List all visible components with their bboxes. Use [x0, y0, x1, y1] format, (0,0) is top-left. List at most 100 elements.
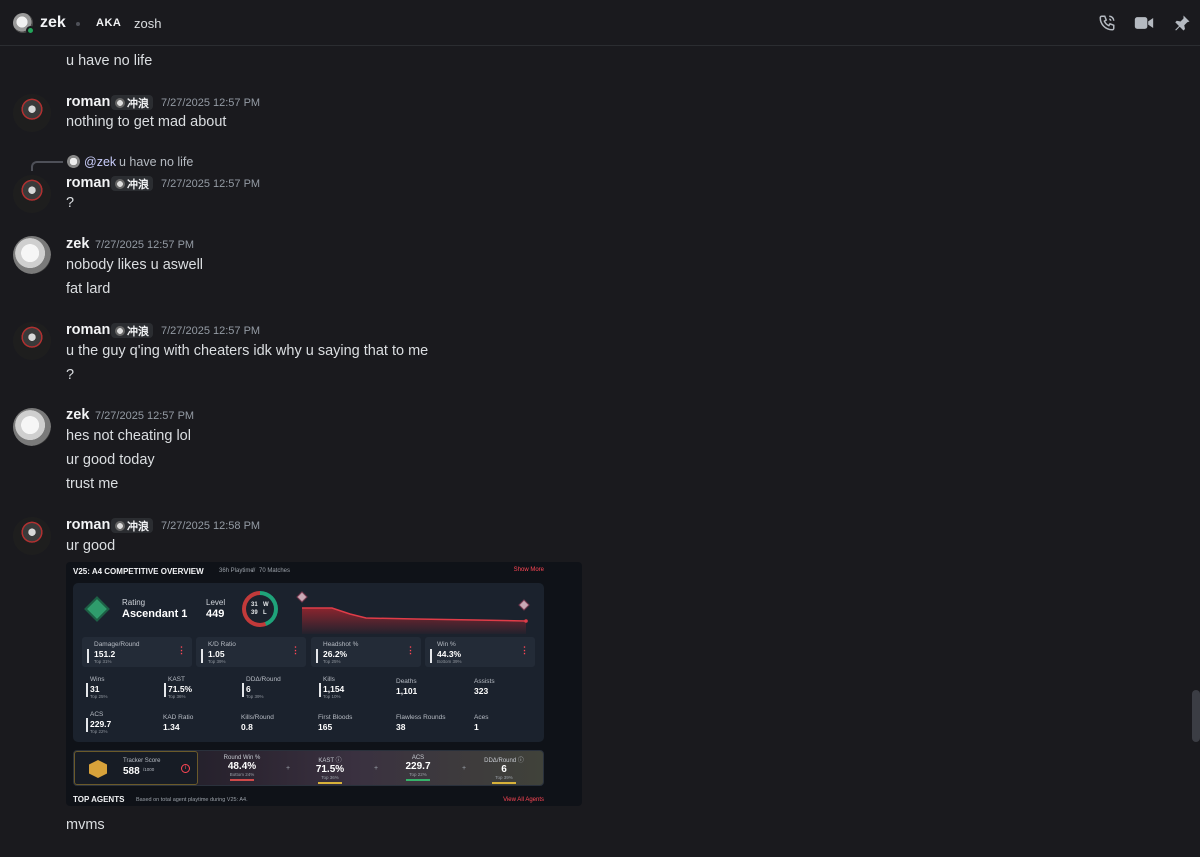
stat-value: 1,101 [396, 686, 418, 696]
stat-value: 165 [318, 722, 333, 732]
more-options-icon: ⋮ [520, 645, 529, 655]
message-author[interactable]: roman [66, 322, 110, 338]
level-label: Level [206, 598, 226, 607]
message-text: hes not cheating lol [66, 428, 191, 444]
stat-label: K/D Ratio [208, 641, 236, 648]
message-text: ? [66, 195, 75, 211]
stat-label: Win % [437, 641, 456, 648]
tracker-stat-value: 6 [501, 764, 507, 775]
clan-tag-icon [115, 520, 125, 531]
stat-box-win-percent: Win % 44.3% Bottom 39% ⋮ [425, 637, 535, 667]
top-agents-heading: TOP AGENTS [73, 795, 125, 804]
message-author[interactable]: zek [66, 236, 89, 252]
stat-kad-ratio: KAD Ratio 1.34 [163, 714, 233, 738]
stat-box-kd-ratio: K/D Ratio 1.05 Top 39% ⋮ [196, 637, 306, 667]
message-text: trust me [66, 476, 119, 492]
clan-tag[interactable]: 冲浪 [111, 176, 153, 191]
more-options-icon: ⋮ [177, 645, 186, 655]
stat-label: Damage/Round [94, 641, 140, 648]
clan-tag-icon [115, 325, 125, 336]
tracker-stat-label: KAST ⓘ [318, 758, 342, 764]
user-avatar-zek[interactable] [13, 236, 51, 274]
more-options-icon: ⋮ [406, 645, 415, 655]
tracker-stat-acs: ACS 229.7 Top 22% [378, 755, 458, 781]
stat-value: 44.3% [437, 649, 462, 659]
user-avatar-zek[interactable] [13, 408, 51, 446]
stat-percentile: Top 36% [168, 694, 186, 699]
phone-call-icon[interactable] [1097, 13, 1117, 33]
more-options-icon: ⋮ [291, 645, 300, 655]
win-loss-ring: 31 W 39 L [242, 591, 278, 627]
message-timestamp: 7/27/2025 12:57 PM [95, 239, 195, 251]
clan-tag[interactable]: 冲浪 [111, 323, 153, 338]
tracker-score-value: 588 [123, 766, 140, 777]
rating-label: Rating [122, 598, 146, 607]
tracker-stat-underline [318, 782, 342, 784]
stat-percentile: Bottom 39% [437, 659, 462, 664]
message-author[interactable]: roman [66, 94, 110, 110]
reply-avatar [67, 155, 80, 168]
stat-value: 151.2 [94, 649, 116, 659]
stat-label: Headshot % [323, 641, 359, 648]
stat-label: KAD Ratio [163, 714, 194, 721]
message-text: ur good [66, 538, 116, 554]
stat-value: 323 [474, 686, 489, 696]
clan-tag-text: 冲浪 [127, 325, 149, 338]
stat-value: 1 [474, 722, 479, 732]
stat-box-headshot: Headshot % 26.2% Top 25% ⋮ [311, 637, 421, 667]
wins-letter: W [263, 602, 269, 608]
clan-tag[interactable]: 冲浪 [111, 518, 153, 533]
reply-mention[interactable]: @zek [84, 155, 116, 169]
chat-scrollbar[interactable] [1192, 690, 1200, 742]
tracker-stat-round-win: Round Win % 48.4% Bottom 24% [202, 755, 282, 781]
info-icon: i [181, 764, 190, 773]
tracker-stat-kast: KAST ⓘ 71.5% Top 36% [290, 755, 370, 784]
clan-tag[interactable]: 冲浪 [111, 95, 153, 110]
stat-aces: Aces 1 [474, 714, 544, 738]
tracker-stat-percentile: Bottom 24% [229, 772, 255, 777]
message-author[interactable]: zek [66, 407, 89, 423]
clan-tag-icon [115, 178, 125, 189]
dm-header: zek AKA zosh [0, 0, 1200, 46]
stat-percentile: Top 25% [90, 694, 108, 699]
stat-value: 1,154 [323, 684, 345, 694]
tracker-stat-value: 71.5% [315, 764, 345, 775]
stat-value: 0.8 [241, 722, 253, 732]
losses-letter: L [263, 610, 267, 616]
tracker-score-box: Tracker Score 588 /1000 i [74, 751, 198, 785]
message-timestamp: 7/27/2025 12:57 PM [161, 325, 261, 337]
header-username[interactable]: zek [40, 14, 66, 32]
reply-connector [31, 161, 63, 171]
user-avatar-roman[interactable] [13, 94, 51, 132]
stat-label: KAST [168, 676, 185, 683]
stat-percentile: Top 39% [246, 694, 264, 699]
aka-label: AKA [96, 17, 122, 29]
message-text: fat lard [66, 281, 111, 297]
stat-deaths: Deaths 1,101 [396, 678, 466, 702]
playtime-text: 36h Playtime [219, 568, 254, 574]
message-author[interactable]: roman [66, 175, 110, 191]
tracker-score-label: Tracker Score [123, 758, 161, 764]
tracker-stat-dd-round: DDΔ/Round ⓘ 6 Top 39% [464, 755, 544, 784]
message-text: mvms [66, 817, 105, 833]
pin-icon[interactable] [1172, 13, 1192, 33]
stat-label: Aces [474, 714, 489, 721]
user-avatar-roman[interactable] [13, 175, 51, 213]
stat-label: First Bloods [318, 714, 353, 721]
message-text: u the guy q'ing with cheaters idk why u … [66, 343, 429, 359]
message-text: ur good today [66, 452, 155, 468]
message-author[interactable]: roman [66, 517, 110, 533]
video-camera-icon[interactable] [1134, 13, 1154, 33]
message-timestamp: 7/27/2025 12:57 PM [161, 97, 261, 109]
user-avatar-roman[interactable] [13, 322, 51, 360]
user-avatar-roman[interactable] [13, 517, 51, 555]
image-attachment[interactable]: V25: A4 COMPETITIVE OVERVIEW 36h Playtim… [66, 562, 582, 806]
message-timestamp: 7/27/2025 12:58 PM [161, 520, 261, 532]
top-agents-subtitle: Based on total agent playtime during V25… [136, 797, 248, 803]
header-separator-dot [76, 22, 80, 26]
stat-flawless-rounds: Flawless Rounds 38 [396, 714, 476, 738]
stat-value: 31 [90, 684, 100, 694]
reply-preview-text[interactable]: u have no life [119, 155, 193, 169]
stat-value: 1.34 [163, 722, 180, 732]
stat-value: 38 [396, 722, 406, 732]
